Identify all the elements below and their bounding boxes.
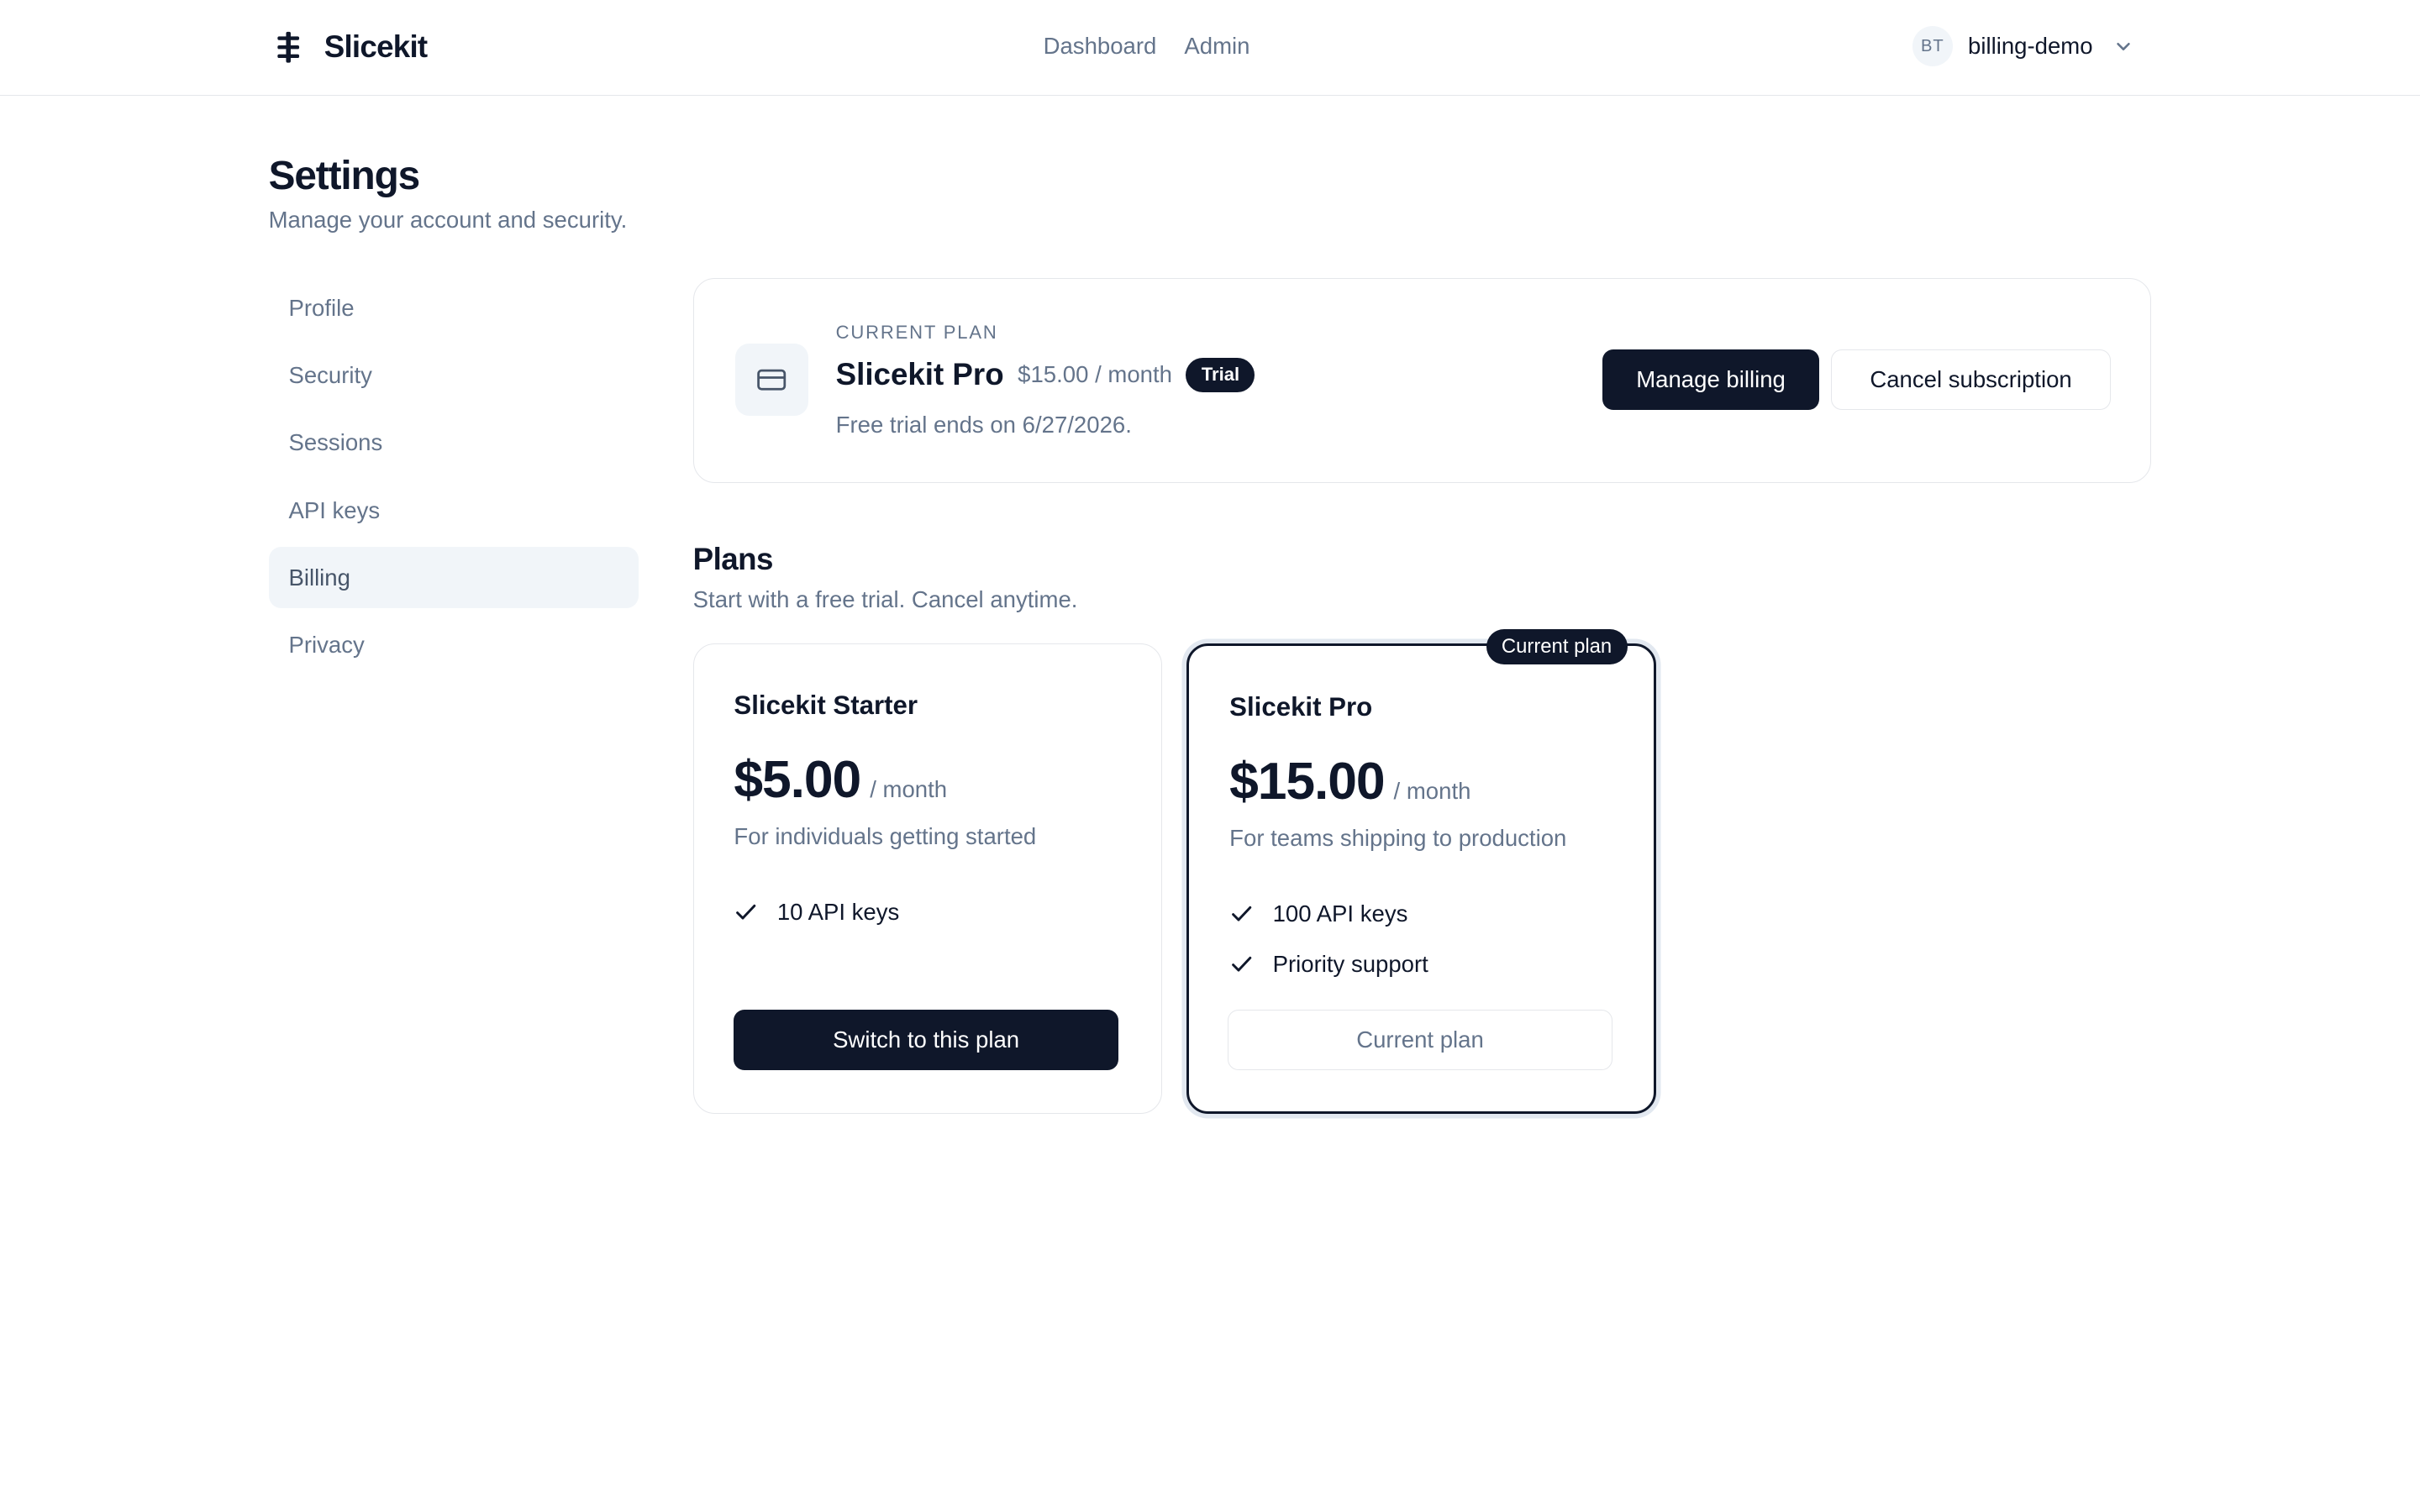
plan-card-starter: Slicekit Starter $5.00 / month For indiv… <box>692 643 1163 1115</box>
current-plan-label: CURRENT PLAN <box>835 322 998 344</box>
plans-subtitle: Start with a free trial. Cancel anytime. <box>692 585 1078 612</box>
plan-name: Slicekit Pro <box>1229 691 1373 722</box>
sidebar-item-privacy[interactable]: Privacy <box>269 614 639 675</box>
plan-amount: $5.00 <box>734 749 861 809</box>
trial-end-note: Free trial ends on 6/27/2026. <box>835 411 1132 438</box>
feature-label: 10 API keys <box>776 898 900 925</box>
plan-description: For individuals getting started <box>734 822 1037 849</box>
brand-name: Slicekit <box>324 29 428 64</box>
plans-heading: Plans <box>692 541 774 576</box>
credit-card-icon <box>757 369 786 391</box>
plan-period: / month <box>870 775 948 802</box>
manage-billing-button[interactable]: Manage billing <box>1602 349 1819 410</box>
current-plan-pill: Current plan <box>1486 628 1628 665</box>
feature-item: 10 API keys <box>734 886 899 937</box>
plan-card-pro: Current plan Slicekit Pro $15.00 / month… <box>1186 628 1656 1115</box>
check-icon <box>1232 957 1252 972</box>
sidebar-item-sessions[interactable]: Sessions <box>269 412 639 474</box>
settings-sidebar: Profile Security Sessions API keys Billi… <box>268 278 639 681</box>
chevron-down-icon <box>2117 43 2131 51</box>
plan-icon-container <box>735 343 808 417</box>
plan-price: $15.00 / month <box>1229 751 1470 811</box>
current-plan-name: Slicekit Pro <box>835 357 1004 392</box>
user-name: billing-demo <box>1968 33 2093 60</box>
trial-badge: Trial <box>1186 357 1255 392</box>
sidebar-item-profile[interactable]: Profile <box>269 278 639 339</box>
plan-name: Slicekit Starter <box>734 690 918 720</box>
current-plan-button: Current plan <box>1228 1010 1612 1070</box>
current-plan-card: CURRENT PLAN Slicekit Pro $15.00 / month… <box>692 277 2152 483</box>
check-icon <box>1232 906 1252 921</box>
feature-item: 100 API keys <box>1229 888 1428 939</box>
plan-price: $5.00 / month <box>734 749 947 810</box>
slicekit-logo-icon <box>277 31 300 63</box>
sidebar-item-api-keys[interactable]: API keys <box>269 480 639 541</box>
current-plan-summary: Slicekit Pro $15.00 / month Trial <box>836 357 1255 392</box>
check-icon <box>736 904 756 920</box>
nav-dashboard[interactable]: Dashboard <box>1044 33 1157 60</box>
plan-amount: $15.00 <box>1229 751 1385 811</box>
feature-item: Priority support <box>1229 939 1428 990</box>
sidebar-item-security[interactable]: Security <box>269 345 639 407</box>
sidebar-item-billing[interactable]: Billing <box>268 546 639 609</box>
cancel-subscription-button[interactable]: Cancel subscription <box>1831 349 2111 410</box>
brand-logo[interactable]: Slicekit <box>271 29 428 65</box>
user-menu[interactable]: BT billing-demo <box>1912 26 2133 66</box>
plan-features: 100 API keys Priority support <box>1229 888 1428 990</box>
page-title: Settings <box>268 153 421 198</box>
feature-label: Priority support <box>1272 951 1428 978</box>
top-bar: Slicekit Dashboard Admin BT billing-demo <box>0 0 2420 96</box>
avatar: BT <box>1912 26 1953 66</box>
plan-period: / month <box>1393 777 1471 804</box>
feature-label: 100 API keys <box>1272 900 1408 927</box>
plan-features: 10 API keys <box>734 886 899 937</box>
plan-description: For teams shipping to production <box>1229 824 1567 851</box>
main-nav: Dashboard Admin <box>1044 33 1250 60</box>
nav-admin[interactable]: Admin <box>1184 33 1249 60</box>
page-subtitle: Manage your account and security. <box>268 207 628 234</box>
switch-plan-button[interactable]: Switch to this plan <box>734 1010 1118 1070</box>
current-plan-price: $15.00 / month <box>1018 361 1172 388</box>
